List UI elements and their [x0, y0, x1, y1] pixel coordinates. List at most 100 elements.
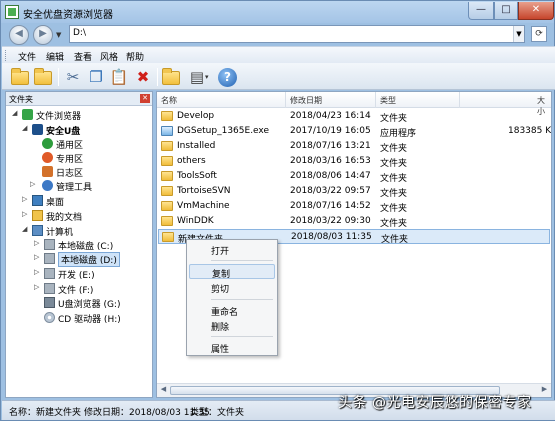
collapse-arrow-icon[interactable]: ◢ [12, 109, 20, 117]
file-row[interactable]: WinDDK 2018/03/22 09:30 文件夹 [158, 214, 550, 229]
column-type[interactable]: 类型 [380, 95, 396, 106]
file-row[interactable]: Develop 2018/04/23 16:14 文件夹 [158, 109, 550, 124]
tree-label: 安全U盘 [46, 127, 81, 137]
file-name: Installed [177, 141, 216, 151]
file-type: 应用程序 [380, 129, 417, 139]
ctx-open[interactable]: 打开 [189, 242, 275, 257]
file-date: 2018/07/16 13:21 [290, 141, 371, 151]
ctx-label: 剪切 [211, 285, 230, 295]
ctx-cut[interactable]: 剪切 [189, 280, 275, 295]
documents-icon [32, 210, 43, 221]
file-row[interactable]: Installed 2018/07/16 13:21 文件夹 [158, 139, 550, 154]
forward-button[interactable]: ▶ [33, 25, 53, 45]
exe-file-icon [161, 126, 173, 136]
tree-label: 本地磁盘 (D:) [58, 252, 120, 267]
file-type: 文件夹 [380, 189, 408, 199]
menu-style[interactable]: 风格 [100, 50, 118, 63]
file-name: ToolsSoft [177, 171, 217, 181]
history-dropdown-icon[interactable]: ▼ [56, 31, 64, 39]
file-date: 2018/04/23 16:14 [290, 111, 371, 121]
maximize-button[interactable]: □ [494, 2, 518, 20]
new-folder-icon [11, 68, 29, 85]
menu-edit[interactable]: 编辑 [46, 50, 64, 63]
file-row[interactable]: DGSetup_1365E.exe 2017/10/19 16:05 应用程序 … [158, 124, 552, 139]
column-divider[interactable] [459, 92, 460, 108]
expand-arrow-icon[interactable]: ▷ [34, 239, 42, 247]
open-folder-button[interactable] [34, 67, 54, 87]
column-name[interactable]: 名称 [161, 95, 177, 106]
toolbar: ✂ ❐ 📋 ✖ ▤ ▾ ? [2, 63, 555, 90]
go-button-icon[interactable]: ⟳ [531, 26, 547, 42]
close-button[interactable]: ✕ [518, 2, 554, 20]
menu-help[interactable]: 帮助 [126, 50, 144, 63]
toolbar-separator [157, 68, 158, 86]
help-button[interactable]: ? [218, 68, 237, 87]
folder-icon [162, 232, 174, 242]
address-dropdown-icon[interactable]: ▼ [513, 26, 524, 42]
menu-file[interactable]: 文件 [18, 50, 36, 63]
collapse-arrow-icon[interactable]: ◢ [22, 225, 30, 233]
ctx-copy[interactable]: 复制 [189, 264, 275, 280]
pc-icon [22, 109, 33, 120]
folder-icon [161, 216, 173, 226]
tree-label: 我的文档 [46, 213, 83, 223]
tree-label: 日志区 [56, 169, 84, 179]
file-row[interactable]: VmMachine 2018/07/16 14:52 文件夹 [158, 199, 550, 214]
drive-icon [44, 253, 55, 264]
folder-icon [161, 201, 173, 211]
ctx-label: 重命名 [211, 308, 239, 318]
copy-button[interactable]: ❐ [86, 67, 106, 87]
file-date: 2018/03/16 16:53 [290, 156, 371, 166]
column-divider[interactable] [285, 92, 286, 108]
delete-button[interactable]: ✖ [133, 67, 153, 87]
ctx-properties[interactable]: 属性 [189, 340, 275, 355]
file-row[interactable]: others 2018/03/16 16:53 文件夹 [158, 154, 550, 169]
paste-button[interactable]: 📋 [109, 67, 129, 87]
menu-separator [211, 299, 273, 300]
copy-icon: ❐ [89, 68, 103, 86]
ctx-rename[interactable]: 重命名 [189, 303, 275, 318]
expand-arrow-icon[interactable]: ▷ [30, 180, 38, 188]
column-date[interactable]: 修改日期 [290, 95, 322, 106]
app-window: 安全优盘资源浏览器 — □ ✕ ◀ ▶ ▼ D:\ ▼ ⟳ 文件 编辑 查看 风… [0, 0, 555, 421]
address-bar[interactable]: D:\ [69, 25, 525, 43]
ctx-label: 复制 [212, 270, 231, 280]
file-type: 文件夹 [380, 174, 408, 184]
cut-button[interactable]: ✂ [63, 67, 83, 87]
tree-label: 文件 (F:) [58, 286, 94, 296]
select-folder-button[interactable] [162, 67, 182, 87]
context-menu: 打开 复制 剪切 重命名 删除 属性 [186, 239, 278, 356]
file-name: Develop [177, 111, 215, 121]
collapse-arrow-icon[interactable]: ◢ [22, 124, 30, 132]
folder-icon [34, 68, 52, 85]
ctx-delete[interactable]: 删除 [189, 318, 275, 333]
tree-label: 管理工具 [56, 183, 93, 193]
view-mode-button[interactable]: ▤ [187, 67, 207, 87]
tree-label: 桌面 [46, 198, 65, 208]
scroll-right-icon[interactable]: ▶ [539, 385, 550, 396]
expand-arrow-icon[interactable]: ▷ [34, 283, 42, 291]
help-question-icon: ? [224, 70, 231, 84]
scroll-left-icon[interactable]: ◀ [158, 385, 169, 396]
file-row[interactable]: ToolsSoft 2018/08/06 14:47 文件夹 [158, 169, 550, 184]
expand-arrow-icon[interactable]: ▷ [22, 195, 30, 203]
tree-label: 专用区 [56, 155, 84, 165]
minimize-button[interactable]: — [468, 2, 494, 20]
file-size: 183385 KB [508, 126, 552, 136]
ctx-label: 打开 [211, 247, 230, 257]
menu-view[interactable]: 查看 [74, 50, 92, 63]
close-pane-icon[interactable]: ✕ [140, 94, 150, 103]
file-type: 文件夹 [380, 114, 408, 124]
column-divider[interactable] [375, 92, 376, 108]
expand-arrow-icon[interactable]: ▷ [34, 253, 42, 261]
file-type: 文件夹 [381, 235, 409, 245]
admin-tools-icon [42, 180, 53, 191]
new-folder-button[interactable] [11, 67, 31, 87]
expand-arrow-icon[interactable]: ▷ [22, 210, 30, 218]
file-row[interactable]: TortoiseSVN 2018/03/22 09:57 文件夹 [158, 184, 550, 199]
title-bar[interactable]: 安全优盘资源浏览器 — □ ✕ [1, 1, 554, 23]
expand-arrow-icon[interactable]: ▷ [34, 268, 42, 276]
back-button[interactable]: ◀ [9, 25, 29, 45]
log-area-icon [42, 166, 53, 177]
drive-icon [44, 283, 55, 294]
